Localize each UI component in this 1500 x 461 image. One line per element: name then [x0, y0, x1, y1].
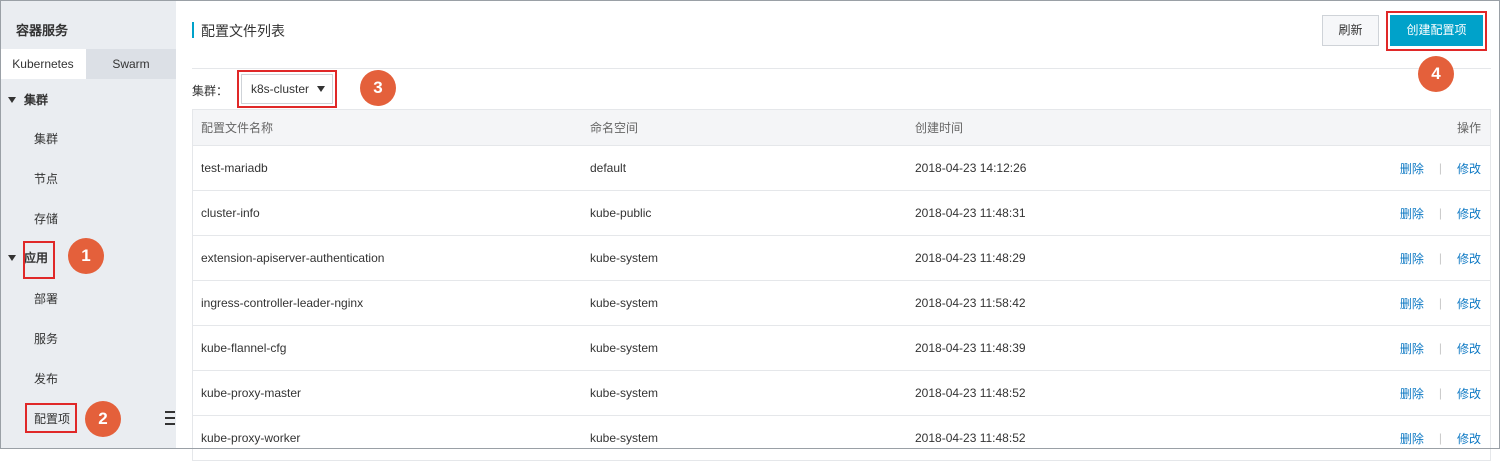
highlight-box-application [23, 241, 55, 279]
title-accent-bar [192, 22, 194, 38]
sidebar-item-storage[interactable]: 存储 [34, 209, 58, 229]
tab-swarm[interactable]: Swarm [86, 49, 176, 79]
configmap-created-time: 2018-04-23 14:12:26 [915, 161, 1027, 175]
configmap-namespace: kube-system [590, 386, 659, 400]
delete-link[interactable]: 删除 [1400, 340, 1424, 357]
delete-link[interactable]: 删除 [1400, 430, 1424, 447]
action-separator: | [1438, 386, 1442, 400]
sidebar-tabs: Kubernetes Swarm [0, 49, 176, 79]
configmap-name: kube-proxy-worker [201, 431, 301, 445]
action-separator: | [1438, 206, 1442, 220]
table-row: kube-flannel-cfg kube-system 2018-04-23 11… [193, 326, 1490, 371]
configmap-name: cluster-info [201, 206, 260, 220]
caret-down-icon [8, 96, 16, 103]
column-header-created: 创建时间 [915, 121, 964, 135]
sidebar-item-deployments[interactable]: 部署 [34, 289, 58, 309]
delete-link[interactable]: 删除 [1400, 250, 1424, 267]
table-row: test-mariadb default 2018-04-23 14:12:26 删除… [193, 146, 1490, 191]
step-marker-2: 2 [85, 401, 121, 437]
delete-link[interactable]: 删除 [1400, 160, 1424, 177]
edit-link[interactable]: 修改 [1457, 430, 1481, 447]
action-separator: | [1438, 251, 1442, 265]
cluster-label: 集群： [192, 84, 229, 98]
edit-link[interactable]: 修改 [1457, 160, 1481, 177]
configmap-namespace: kube-system [590, 251, 659, 265]
edit-link[interactable]: 修改 [1457, 205, 1481, 222]
table-body: test-mariadb default 2018-04-23 14:12:26 删除… [193, 146, 1490, 461]
column-header-actions: 操作 [1456, 121, 1481, 135]
configmap-name: test-mariadb [201, 161, 268, 175]
row-actions: 删除 | 修改 [1400, 191, 1481, 235]
sidebar-item-nodes[interactable]: 节点 [34, 169, 58, 189]
collapse-sidebar-icon[interactable] [163, 407, 177, 429]
dropdown-arrow-icon [317, 86, 325, 92]
action-separator: | [1438, 431, 1442, 445]
configmap-namespace: kube-public [590, 206, 652, 220]
sidebar-title: 容器服务 [16, 23, 69, 38]
edit-link[interactable]: 修改 [1457, 385, 1481, 402]
configmap-namespace: kube-system [590, 431, 659, 445]
delete-link[interactable]: 删除 [1400, 295, 1424, 312]
configmap-name: kube-flannel-cfg [201, 341, 287, 355]
configmap-created-time: 2018-04-23 11:48:52 [915, 431, 1026, 445]
configmap-created-time: 2018-04-23 11:48:31 [915, 206, 1026, 220]
configmap-created-time: 2018-04-23 11:48:29 [915, 251, 1026, 265]
page-title: 配置文件列表 [201, 23, 285, 39]
cluster-select[interactable]: k8s-cluster [241, 74, 333, 104]
action-separator: | [1438, 296, 1442, 310]
row-actions: 删除 | 修改 [1400, 326, 1481, 370]
row-actions: 删除 | 修改 [1400, 416, 1481, 460]
configmap-name: extension-apiserver-authentication [201, 251, 385, 265]
configmap-name: ingress-controller-leader-nginx [201, 296, 364, 310]
highlight-box-configmaps [25, 403, 77, 433]
row-actions: 删除 | 修改 [1400, 236, 1481, 280]
edit-link[interactable]: 修改 [1457, 250, 1481, 267]
table-row: kube-proxy-master kube-system 2018-04-23 1… [193, 371, 1490, 416]
step-marker-4: 4 [1418, 56, 1454, 92]
step-marker-3: 3 [360, 70, 396, 106]
table-row: ingress-controller-leader-nginx kube-syst… [193, 281, 1490, 326]
row-actions: 删除 | 修改 [1400, 146, 1481, 190]
refresh-button[interactable]: 刷新 [1322, 15, 1379, 46]
configmap-table: 配置文件名称 命名空间 创建时间 操作 test-mariadb default 2… [192, 109, 1491, 461]
sidebar-item-cluster[interactable]: 集群 [34, 129, 58, 149]
table-header: 配置文件名称 命名空间 创建时间 操作 [193, 110, 1490, 146]
delete-link[interactable]: 删除 [1400, 385, 1424, 402]
configmap-created-time: 2018-04-23 11:48:39 [915, 341, 1026, 355]
header-divider [192, 68, 1491, 69]
step-marker-1: 1 [68, 238, 104, 274]
row-actions: 删除 | 修改 [1400, 371, 1481, 415]
delete-link[interactable]: 删除 [1400, 205, 1424, 222]
configmap-namespace: kube-system [590, 341, 659, 355]
edit-link[interactable]: 修改 [1457, 340, 1481, 357]
sidebar-item-services[interactable]: 服务 [34, 329, 58, 349]
configmap-namespace: kube-system [590, 296, 659, 310]
cluster-select-value: k8s-cluster [251, 82, 310, 96]
configmap-namespace: default [590, 161, 627, 175]
row-actions: 删除 | 修改 [1400, 281, 1481, 325]
action-separator: | [1438, 161, 1442, 175]
column-header-name: 配置文件名称 [201, 121, 274, 135]
tab-kubernetes[interactable]: Kubernetes [0, 49, 86, 79]
action-separator: | [1438, 341, 1442, 355]
caret-down-icon [8, 254, 16, 261]
table-row: cluster-info kube-public 2018-04-23 11:48:… [193, 191, 1490, 236]
configmap-created-time: 2018-04-23 11:48:52 [915, 386, 1026, 400]
create-configmap-button[interactable]: 创建配置项 [1390, 15, 1483, 46]
edit-link[interactable]: 修改 [1457, 295, 1481, 312]
column-header-namespace: 命名空间 [590, 121, 639, 135]
sidebar-group-label: 集群 [24, 93, 49, 107]
configmap-created-time: 2018-04-23 11:58:42 [915, 296, 1026, 310]
sidebar: 容器服务 Kubernetes Swarm 集群 集群 节点 存储 应用 部署 … [0, 0, 176, 449]
sidebar-group-cluster[interactable]: 集群 [8, 90, 48, 110]
table-row: kube-proxy-worker kube-system 2018-04-23 1… [193, 416, 1490, 461]
sidebar-item-releases[interactable]: 发布 [34, 369, 58, 389]
table-row: extension-apiserver-authentication kube-s… [193, 236, 1490, 281]
configmap-name: kube-proxy-master [201, 386, 302, 400]
